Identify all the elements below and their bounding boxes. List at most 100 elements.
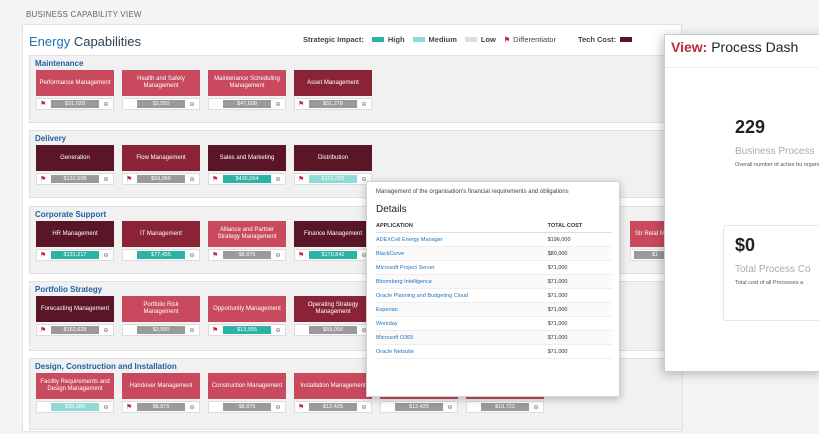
capability-card[interactable]: Facility Requirements and Design Managem… xyxy=(36,373,114,413)
differentiator-flag-icon: ⚑ xyxy=(298,404,305,411)
capability-card[interactable]: Sales and Marketing ⚑ $436,064 ⊖ xyxy=(208,145,286,185)
tech-cost-badge: $436,064 xyxy=(223,175,271,183)
capability-footer: $77,455 ⊖ xyxy=(122,249,200,261)
application-link[interactable]: Oracle Planning and Budgeting Cloud xyxy=(376,288,548,303)
capability-footer: ⚑ $8,875 ⊖ xyxy=(122,401,200,413)
tech-cost-badge: $31,028 xyxy=(51,100,99,108)
tech-cost-badge: $3,550 xyxy=(137,100,185,108)
capability-card[interactable]: Generation ⚑ $132,508 ⊖ xyxy=(36,145,114,185)
dashboard-title-rest: Process Dash xyxy=(711,39,799,55)
tech-cost-badge: $131,217 xyxy=(51,251,99,259)
table-row: Bloomberg Intelligence $71,000 xyxy=(376,274,612,289)
capability-footer: ⚑ $121,059 ⊖ xyxy=(294,173,372,185)
metric-description: Overall number of active bu organisation xyxy=(735,162,819,168)
title-accent: Energy xyxy=(29,34,71,49)
capability-card[interactable]: Portfolio Risk Management $3,550 ⊖ xyxy=(122,296,200,336)
capability-card[interactable]: Installation Management ⚑ $12,425 ⊖ xyxy=(294,373,372,413)
tech-cost-badge: $152,628 xyxy=(51,326,99,334)
capability-card[interactable]: Distribution ⚑ $121,059 ⊖ xyxy=(294,145,372,185)
info-icon[interactable]: ⊖ xyxy=(274,252,282,259)
application-link[interactable]: Oracle Netsuite xyxy=(376,344,548,359)
capability-name[interactable]: Installation Management xyxy=(294,373,372,399)
capability-footer: ⚑ $13,555 ⊖ xyxy=(208,324,286,336)
capability-name[interactable]: HR Management xyxy=(36,221,114,247)
capability-footer: $59,058 ⊖ xyxy=(294,324,372,336)
metric-total-process-cost: $0 Total Process Co Total cost of all Pr… xyxy=(735,235,819,287)
capability-card[interactable]: Opportunity Management ⚑ $13,555 ⊖ xyxy=(208,296,286,336)
capability-name[interactable]: Sales and Marketing xyxy=(208,145,286,171)
tech-cost-badge: $39,280 xyxy=(51,403,99,411)
capability-card[interactable]: Finance Management ⚑ $170,842 ⊖ xyxy=(294,221,372,261)
info-icon[interactable]: ⊖ xyxy=(360,101,368,108)
capability-card[interactable]: HR Management ⚑ $131,217 ⊖ xyxy=(36,221,114,261)
capability-name[interactable]: Finance Management xyxy=(294,221,372,247)
info-icon[interactable]: ⊖ xyxy=(188,101,196,108)
capability-card[interactable]: Asset Management ⚑ $51,278 ⊖ xyxy=(294,70,372,110)
capability-card[interactable]: Performance Management ⚑ $31,028 ⊖ xyxy=(36,70,114,110)
capability-card[interactable]: IT Management $77,455 ⊖ xyxy=(122,221,200,261)
info-icon[interactable]: ⊖ xyxy=(274,176,282,183)
info-icon[interactable]: ⊖ xyxy=(188,176,196,183)
capability-card[interactable]: Operating Strategy Management $59,058 ⊖ xyxy=(294,296,372,336)
info-icon[interactable]: ⊖ xyxy=(274,404,282,411)
legend-differentiator: Differentiator xyxy=(513,35,556,44)
capability-name[interactable]: Handover Management xyxy=(122,373,200,399)
application-link[interactable]: Microsoft Project Server xyxy=(376,260,548,275)
capability-name[interactable]: Operating Strategy Management xyxy=(294,296,372,322)
capability-name[interactable]: Facility Requirements and Design Managem… xyxy=(36,373,114,399)
capability-name[interactable]: Alliance and Partner Strategy Management xyxy=(208,221,286,247)
capability-name[interactable]: Distribution xyxy=(294,145,372,171)
application-link[interactable]: Workday xyxy=(376,316,548,331)
differentiator-flag-icon: ⚑ xyxy=(212,252,219,259)
capability-footer: $47,608 ⊖ xyxy=(208,98,286,110)
info-icon[interactable]: ⊖ xyxy=(102,252,110,259)
info-icon[interactable]: ⊖ xyxy=(102,404,110,411)
capability-name[interactable]: Forecasting Management xyxy=(36,296,114,322)
page-title: BUSINESS CAPABILITY VIEW xyxy=(26,10,142,19)
info-icon[interactable]: ⊖ xyxy=(274,327,282,334)
details-popup: Management of the organisation's financi… xyxy=(366,181,620,397)
capability-name[interactable]: Generation xyxy=(36,145,114,171)
capability-name[interactable]: Construction Management xyxy=(208,373,286,399)
capability-name[interactable]: Maintenance Scheduling Management xyxy=(208,70,286,96)
application-link[interactable]: ADEXCell Energy Manager xyxy=(376,232,548,247)
capability-card[interactable]: Health and Safety Management $3,550 ⊖ xyxy=(122,70,200,110)
total-cost-cell: $71,000 xyxy=(547,274,612,289)
capability-card[interactable]: Flow Management ⚑ $59,966 ⊖ xyxy=(122,145,200,185)
info-icon[interactable]: ⊖ xyxy=(188,327,196,334)
capability-card[interactable]: Forecasting Management ⚑ $152,628 ⊖ xyxy=(36,296,114,336)
tech-cost-badge: $8,875 xyxy=(223,403,271,411)
capability-name[interactable]: Asset Management xyxy=(294,70,372,96)
capability-name[interactable]: Opportunity Management xyxy=(208,296,286,322)
capability-footer: ⚑ $31,028 ⊖ xyxy=(36,98,114,110)
info-icon[interactable]: ⊖ xyxy=(102,327,110,334)
info-icon[interactable]: ⊖ xyxy=(360,404,368,411)
application-link[interactable]: BlackCurve xyxy=(376,246,548,261)
capability-card[interactable]: Alliance and Partner Strategy Management… xyxy=(208,221,286,261)
application-link[interactable]: Experian xyxy=(376,302,548,317)
info-icon[interactable]: ⊖ xyxy=(446,404,454,411)
total-cost-cell: $71,000 xyxy=(547,316,612,331)
info-icon[interactable]: ⊖ xyxy=(274,101,282,108)
capability-name[interactable]: Performance Management xyxy=(36,70,114,96)
tech-cost-badge: $51,278 xyxy=(309,100,357,108)
tech-cost-badge: $8,875 xyxy=(137,403,185,411)
legend-low-swatch xyxy=(464,37,477,42)
info-icon[interactable]: ⊖ xyxy=(188,404,196,411)
capability-card[interactable]: Handover Management ⚑ $8,875 ⊖ xyxy=(122,373,200,413)
application-link[interactable]: Microsoft O365 xyxy=(376,330,548,345)
legend-impact-label: Strategic Impact: xyxy=(303,35,364,44)
info-icon[interactable]: ⊖ xyxy=(188,252,196,259)
capability-card[interactable]: Maintenance Scheduling Management $47,608… xyxy=(208,70,286,110)
capability-name[interactable]: Portfolio Risk Management xyxy=(122,296,200,322)
capability-name[interactable]: IT Management xyxy=(122,221,200,247)
dashboard-title-prefix: View: xyxy=(671,39,708,55)
application-link[interactable]: Bloomberg Intelligence xyxy=(376,274,548,289)
capability-name[interactable]: Health and Safety Management xyxy=(122,70,200,96)
differentiator-flag-icon: ⚑ xyxy=(40,252,47,259)
capability-card[interactable]: Construction Management $8,875 ⊖ xyxy=(208,373,286,413)
capability-name[interactable]: Flow Management xyxy=(122,145,200,171)
info-icon[interactable]: ⊖ xyxy=(102,101,110,108)
info-icon[interactable]: ⊖ xyxy=(532,404,540,411)
info-icon[interactable]: ⊖ xyxy=(102,176,110,183)
